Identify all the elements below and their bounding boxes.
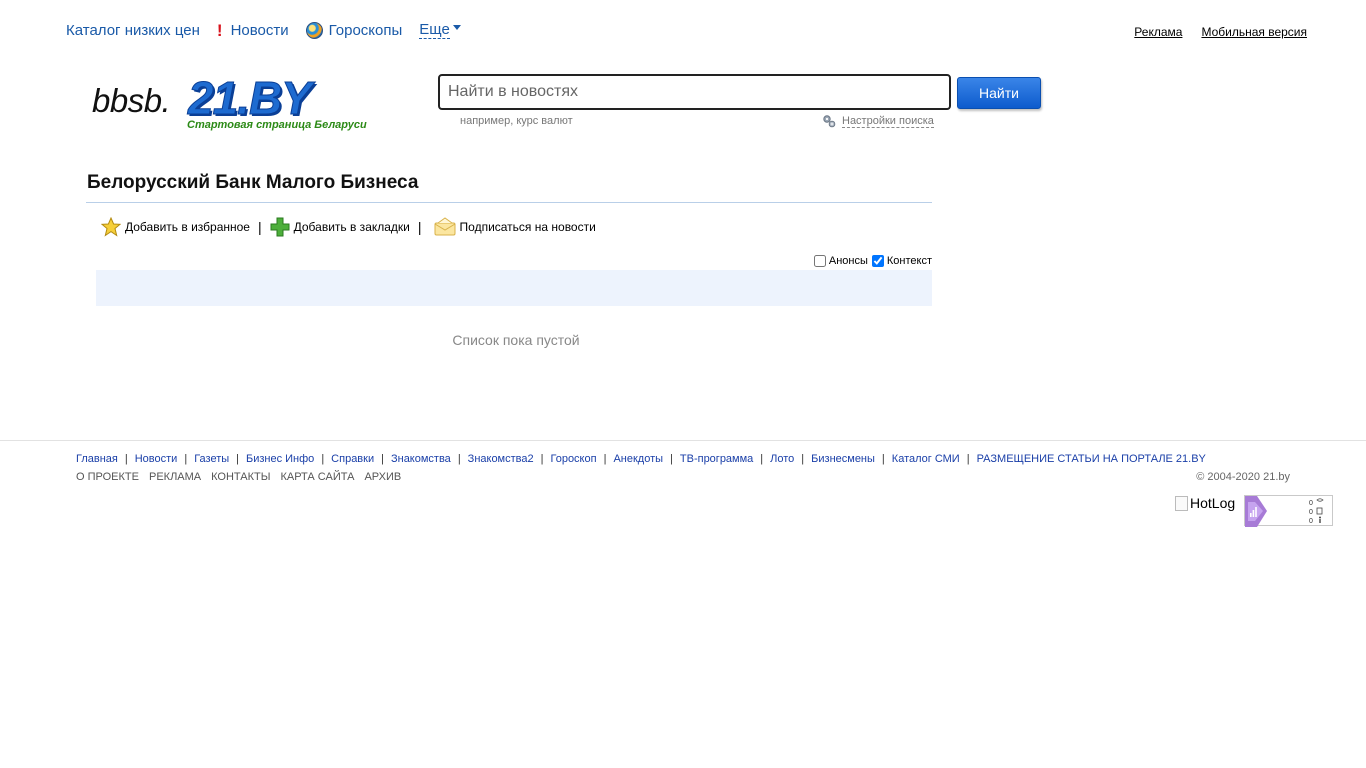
ads-link[interactable]: Реклама: [1134, 25, 1182, 39]
footer-secondary-link[interactable]: РЕКЛАМА: [149, 471, 201, 483]
top-right-links: Реклама Мобильная версия: [1115, 25, 1307, 39]
footer-link[interactable]: ТВ-программа: [680, 453, 753, 465]
person-icon: [1319, 516, 1321, 519]
footer-secondary-link[interactable]: КОНТАКТЫ: [211, 471, 270, 483]
search-button[interactable]: Найти: [957, 77, 1041, 109]
footer-link[interactable]: Главная: [76, 453, 118, 465]
context-checkbox[interactable]: [871, 255, 884, 267]
search-hint: например, курс валют: [460, 115, 573, 127]
footer-link[interactable]: Каталог СМИ: [892, 453, 960, 465]
site-logo[interactable]: bbsb. 21.BY Стартовая страница Беларуси: [92, 72, 412, 138]
broken-image-icon: [1175, 495, 1188, 511]
announcements-label: Анонсы: [828, 255, 868, 267]
copyright: © 2004-2020 21.by: [1196, 471, 1290, 483]
footer-link[interactable]: РАЗМЕЩЕНИЕ СТАТЬИ НА ПОРТАЛЕ 21.BY: [977, 453, 1206, 465]
add-to-bookmarks-link[interactable]: Добавить в закладки: [270, 217, 410, 237]
footer-link[interactable]: Гороскоп: [550, 453, 596, 465]
nav-horoscopes-link[interactable]: Гороскопы: [305, 21, 403, 39]
footer-link[interactable]: Знакомства2: [468, 453, 534, 465]
footer-separator: |: [381, 453, 384, 465]
footer-separator: |: [801, 453, 805, 465]
action-separator: |: [257, 219, 262, 235]
footer-separator: |: [603, 453, 607, 465]
gears-icon: [823, 115, 836, 128]
footer-link[interactable]: Лото: [770, 453, 794, 465]
counter-value: 0: [1309, 500, 1313, 507]
page-title: Белорусский Банк Малого Бизнеса: [87, 172, 419, 193]
title-divider: [86, 202, 932, 203]
page-actions: Добавить в избранное | Добавить в заклад…: [101, 217, 596, 237]
footer-link[interactable]: Анекдоты: [613, 453, 663, 465]
footer-separator: |: [236, 453, 239, 465]
plus-icon: [270, 217, 290, 237]
list-header-bar: [96, 270, 932, 306]
footer-separator: |: [124, 453, 128, 465]
nav-horoscopes-label: Гороскопы: [328, 21, 403, 39]
search-settings-link[interactable]: Настройки поиска: [822, 114, 934, 128]
exclamation-icon: !: [216, 20, 223, 40]
footer-separator: |: [881, 453, 885, 465]
footer-separator: |: [457, 453, 461, 465]
footer-link[interactable]: Бизнес Инфо: [246, 453, 314, 465]
context-filter[interactable]: Контекст: [871, 255, 932, 267]
hotlog-image[interactable]: HotLog: [1175, 495, 1235, 511]
star-icon: [101, 217, 121, 237]
footer-secondary-link[interactable]: КАРТА САЙТА: [280, 471, 354, 483]
subscribe-news-label: Подписаться на новости: [459, 220, 596, 234]
add-to-favorites-label: Добавить в избранное: [125, 220, 250, 234]
list-filters: Анонсы Контекст: [810, 255, 932, 267]
add-to-favorites-link[interactable]: Добавить в избранное: [101, 217, 250, 237]
context-label: Контекст: [886, 255, 932, 267]
footer-link[interactable]: Новости: [135, 453, 178, 465]
hotlog-alt-text: HotLog: [1190, 495, 1236, 511]
caret-down-icon: [452, 24, 461, 30]
footer-link[interactable]: Знакомства: [391, 453, 451, 465]
footer-separator: |: [540, 453, 544, 465]
counter-graphic: 0 0 0: [1245, 496, 1324, 527]
footer-secondary-link[interactable]: АРХИВ: [364, 471, 401, 483]
eye-icon: [1316, 498, 1324, 502]
footer-link[interactable]: Справки: [331, 453, 374, 465]
counter-value: 0: [1309, 518, 1313, 525]
top-nav: Каталог низких цен ! Новости Гороскопы Ещ…: [66, 21, 478, 39]
announcements-filter[interactable]: Анонсы: [813, 255, 868, 267]
zodiac-wheel-icon: [305, 21, 323, 39]
nav-more-dropdown[interactable]: Еще: [419, 21, 461, 39]
nav-catalog-link[interactable]: Каталог низких цен: [66, 22, 200, 39]
nav-news-label: Новости: [230, 21, 289, 39]
search-input[interactable]: [438, 74, 951, 110]
nav-news-link[interactable]: ! Новости: [217, 22, 289, 39]
footer-separator: |: [321, 453, 325, 465]
door-icon: [1316, 507, 1323, 515]
footer-link[interactable]: Бизнесмены: [811, 453, 875, 465]
logo-slogan: Стартовая страница Беларуси: [187, 119, 367, 131]
search-settings-label: Настройки поиска: [842, 114, 934, 128]
logo-prefix: bbsb.: [92, 82, 171, 119]
hotlog-counter[interactable]: 0 0 0: [1244, 495, 1333, 527]
footer-separator: |: [760, 453, 764, 465]
subscribe-news-link[interactable]: Подписаться на новости: [434, 217, 596, 237]
footer-separator: |: [184, 453, 188, 465]
footer-secondary-links: О ПРОЕКТЕ РЕКЛАМА КОНТАКТЫ КАРТА САЙТА АРХИВ: [76, 471, 411, 483]
add-to-bookmarks-label: Добавить в закладки: [293, 220, 410, 234]
nav-more-label: Еще: [419, 21, 450, 39]
mobile-version-link[interactable]: Мобильная версия: [1201, 25, 1307, 39]
counter-value: 0: [1309, 509, 1313, 516]
footer-links: Главная | Новости | Газеты | Бизнес Инфо | Справ…: [76, 453, 1206, 465]
action-separator: |: [417, 219, 422, 235]
footer-separator: |: [966, 453, 970, 465]
empty-list-message: Список пока пустой: [452, 332, 580, 348]
nav-catalog-label: Каталог низких цен: [66, 21, 200, 39]
footer-secondary-link[interactable]: О ПРОЕКТЕ: [76, 471, 139, 483]
footer-divider: [0, 440, 1366, 441]
announcements-checkbox[interactable]: [813, 255, 826, 267]
footer-separator: |: [670, 453, 673, 465]
footer-link[interactable]: Газеты: [194, 453, 229, 465]
envelope-icon: [434, 217, 456, 236]
logo-brand: 21.BY: [188, 72, 313, 125]
